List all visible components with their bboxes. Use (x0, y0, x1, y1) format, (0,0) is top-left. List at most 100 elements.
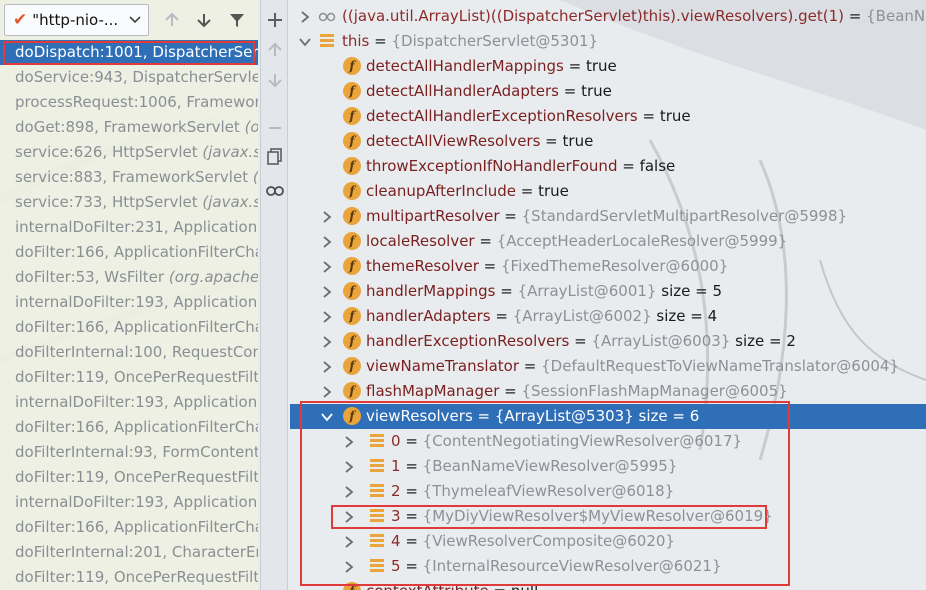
stack-frame[interactable]: doService:943, DispatcherServlet (0, 65, 258, 90)
stack-frame-class: OncePerRequestFilte (113, 568, 258, 586)
stack-frame-method: service:883, (15, 168, 108, 186)
stack-frame[interactable]: internalDoFilter:193, ApplicationF (0, 290, 258, 315)
variable-row[interactable]: f detectAllHandlerExceptionResolvers = tr… (290, 104, 926, 129)
collapse-arrow-icon[interactable] (320, 410, 334, 424)
frames-list: doDispatch:1001, DispatcherServ doService… (0, 40, 258, 590)
variable-row[interactable]: f throwExceptionIfNoHandlerFound = false (290, 154, 926, 179)
stack-frame[interactable]: processRequest:1006, Framework (0, 90, 258, 115)
field-icon: f (343, 157, 361, 175)
stack-frame[interactable]: doFilter:166, ApplicationFilterCha (0, 515, 258, 540)
expand-arrow-icon[interactable] (320, 385, 334, 399)
variable-row[interactable]: fcontextAttribute = null (290, 579, 926, 590)
stack-frame[interactable]: doFilter:119, OncePerRequestFilte (0, 565, 258, 590)
stack-frame[interactable]: internalDoFilter:231, ApplicationF (0, 215, 258, 240)
stack-frame[interactable]: internalDoFilter:193, ApplicationF (0, 490, 258, 515)
stack-frame[interactable]: doFilter:166, ApplicationFilterCha (0, 240, 258, 265)
expand-arrow-icon[interactable] (320, 210, 334, 224)
stack-frame[interactable]: service:883, FrameworkServlet (o (0, 165, 258, 190)
variable-row[interactable]: f detectAllViewResolvers = true (290, 129, 926, 154)
variable-row[interactable]: f handlerExceptionResolvers = {ArrayList@… (290, 329, 926, 354)
stack-frame-class: ApplicationF (173, 493, 258, 511)
remove-watch-icon[interactable] (265, 118, 285, 138)
stack-frame[interactable]: doGet:898, FrameworkServlet (or (0, 115, 258, 140)
stack-frame-method: doFilter:166, (15, 243, 110, 261)
expand-arrow-icon[interactable] (342, 560, 356, 574)
expand-arrow-icon[interactable] (320, 335, 334, 349)
variable-row[interactable]: f viewResolvers = {ArrayList@5303} size =… (290, 404, 926, 429)
variable-row[interactable]: 4 = {ViewResolverComposite@6020} (290, 529, 926, 554)
stack-frame[interactable]: doFilterInternal:201, CharacterEnc (0, 540, 258, 565)
variable-row[interactable]: 1 = {BeanNameViewResolver@5995} (290, 454, 926, 479)
stack-frame[interactable]: doFilterInternal:100, RequestCont (0, 340, 258, 365)
arrow-down-icon[interactable] (194, 10, 214, 30)
variable-row[interactable]: 2 = {ThymeleafViewResolver@6018} (290, 479, 926, 504)
stack-frame-method: doFilterInternal:93, (15, 443, 158, 461)
expand-arrow-icon[interactable] (320, 360, 334, 374)
stack-frame[interactable]: doFilter:119, OncePerRequestFilte (0, 465, 258, 490)
expand-arrow-icon[interactable] (320, 310, 334, 324)
variable-row[interactable]: f localeResolver = {AcceptHeaderLocaleRes… (290, 229, 926, 254)
variable-row[interactable]: f handlerMappings = {ArrayList@6001} size… (290, 279, 926, 304)
stack-frame[interactable]: doFilter:119, OncePerRequestFilte (0, 365, 258, 390)
variable-value: {SessionFlashMapManager@6005} (521, 382, 788, 400)
arrow-up-icon[interactable] (162, 10, 182, 30)
stack-frame[interactable]: internalDoFilter:193, ApplicationF (0, 390, 258, 415)
filter-icon[interactable] (227, 10, 247, 30)
field-icon: f (343, 307, 361, 325)
stack-frame-method: doFilterInternal:100, (15, 343, 168, 361)
variable-value: false (639, 157, 676, 175)
stack-frame[interactable]: doDispatch:1001, DispatcherServ (0, 40, 258, 65)
collapse-arrow-icon[interactable] (298, 35, 312, 49)
thread-selector[interactable]: ✔ "http-nio-... (4, 4, 149, 36)
variable-row[interactable]: f detectAllHandlerMappings = true (290, 54, 926, 79)
copy-icon[interactable] (265, 146, 285, 166)
expand-arrow-icon[interactable] (298, 10, 312, 24)
expand-arrow-icon[interactable] (342, 510, 356, 524)
variable-row[interactable]: 0 = {ContentNegotiatingViewResolver@6017… (290, 429, 926, 454)
variable-name: contextAttribute (366, 582, 489, 590)
stack-frame-method: doFilter:166, (15, 418, 110, 436)
expand-arrow-icon[interactable] (342, 535, 356, 549)
variable-size: size = 4 (656, 307, 718, 325)
stack-frame[interactable]: doFilter:53, WsFilter (org.apache. (0, 265, 258, 290)
variable-row[interactable]: f themeResolver = {FixedThemeResolver@600… (290, 254, 926, 279)
stack-frame-class: ApplicationFilterCha (113, 318, 258, 336)
variable-name: 3 (391, 507, 401, 525)
variable-row[interactable]: f multipartResolver = {StandardServletMul… (290, 204, 926, 229)
move-down-icon[interactable] (265, 70, 285, 90)
variable-row[interactable]: f cleanupAfterInclude = true (290, 179, 926, 204)
variable-name: viewResolvers (366, 407, 473, 425)
variable-row[interactable]: f viewNameTranslator = {DefaultRequestToV… (290, 354, 926, 379)
chevron-down-icon (129, 16, 141, 24)
add-watch-icon[interactable] (265, 10, 285, 30)
variable-row[interactable]: f flashMapManager = {SessionFlashMapManag… (290, 379, 926, 404)
frames-panel: ✔ "http-nio-... doDispatch:1001, Dispatc… (0, 0, 258, 590)
stack-frame-class: OncePerRequestFilte (113, 468, 258, 486)
stack-frame[interactable]: service:626, HttpServlet (javax.serv (0, 140, 258, 165)
move-up-icon[interactable] (265, 40, 285, 60)
variable-row[interactable]: 5 = {InternalResourceViewResolver@6021} (290, 554, 926, 579)
variable-size: size = 6 (638, 407, 700, 425)
variable-name: detectAllHandlerMappings (366, 57, 564, 75)
array-element-icon (370, 434, 384, 448)
stack-frame-class: WsFilter (104, 268, 165, 286)
stack-frame[interactable]: doFilter:166, ApplicationFilterCha (0, 415, 258, 440)
expand-arrow-icon[interactable] (320, 235, 334, 249)
stack-frame-method: internalDoFilter:193, (15, 393, 169, 411)
stack-frame[interactable]: doFilterInternal:93, FormContentF (0, 440, 258, 465)
stack-frame[interactable]: service:733, HttpServlet (javax.se (0, 190, 258, 215)
expand-arrow-icon[interactable] (320, 285, 334, 299)
expand-arrow-icon[interactable] (320, 260, 334, 274)
variable-row[interactable]: 3 = {MyDiyViewResolver$MyViewResolver@60… (290, 504, 926, 529)
expand-arrow-icon[interactable] (342, 460, 356, 474)
variable-row[interactable]: f handlerAdapters = {ArrayList@6002} size… (290, 304, 926, 329)
stack-frame[interactable]: doFilter:166, ApplicationFilterCha (0, 315, 258, 340)
field-icon: f (343, 282, 361, 300)
stack-frame-package: (javax.se (202, 193, 258, 211)
expand-arrow-icon[interactable] (342, 485, 356, 499)
variable-row[interactable]: ((java.util.ArrayList)((DispatcherServle… (290, 4, 926, 29)
variable-row[interactable]: f detectAllHandlerAdapters = true (290, 79, 926, 104)
glasses-icon[interactable] (265, 180, 285, 200)
expand-arrow-icon[interactable] (342, 435, 356, 449)
variable-row[interactable]: this = {DispatcherServlet@5301} (290, 29, 926, 54)
